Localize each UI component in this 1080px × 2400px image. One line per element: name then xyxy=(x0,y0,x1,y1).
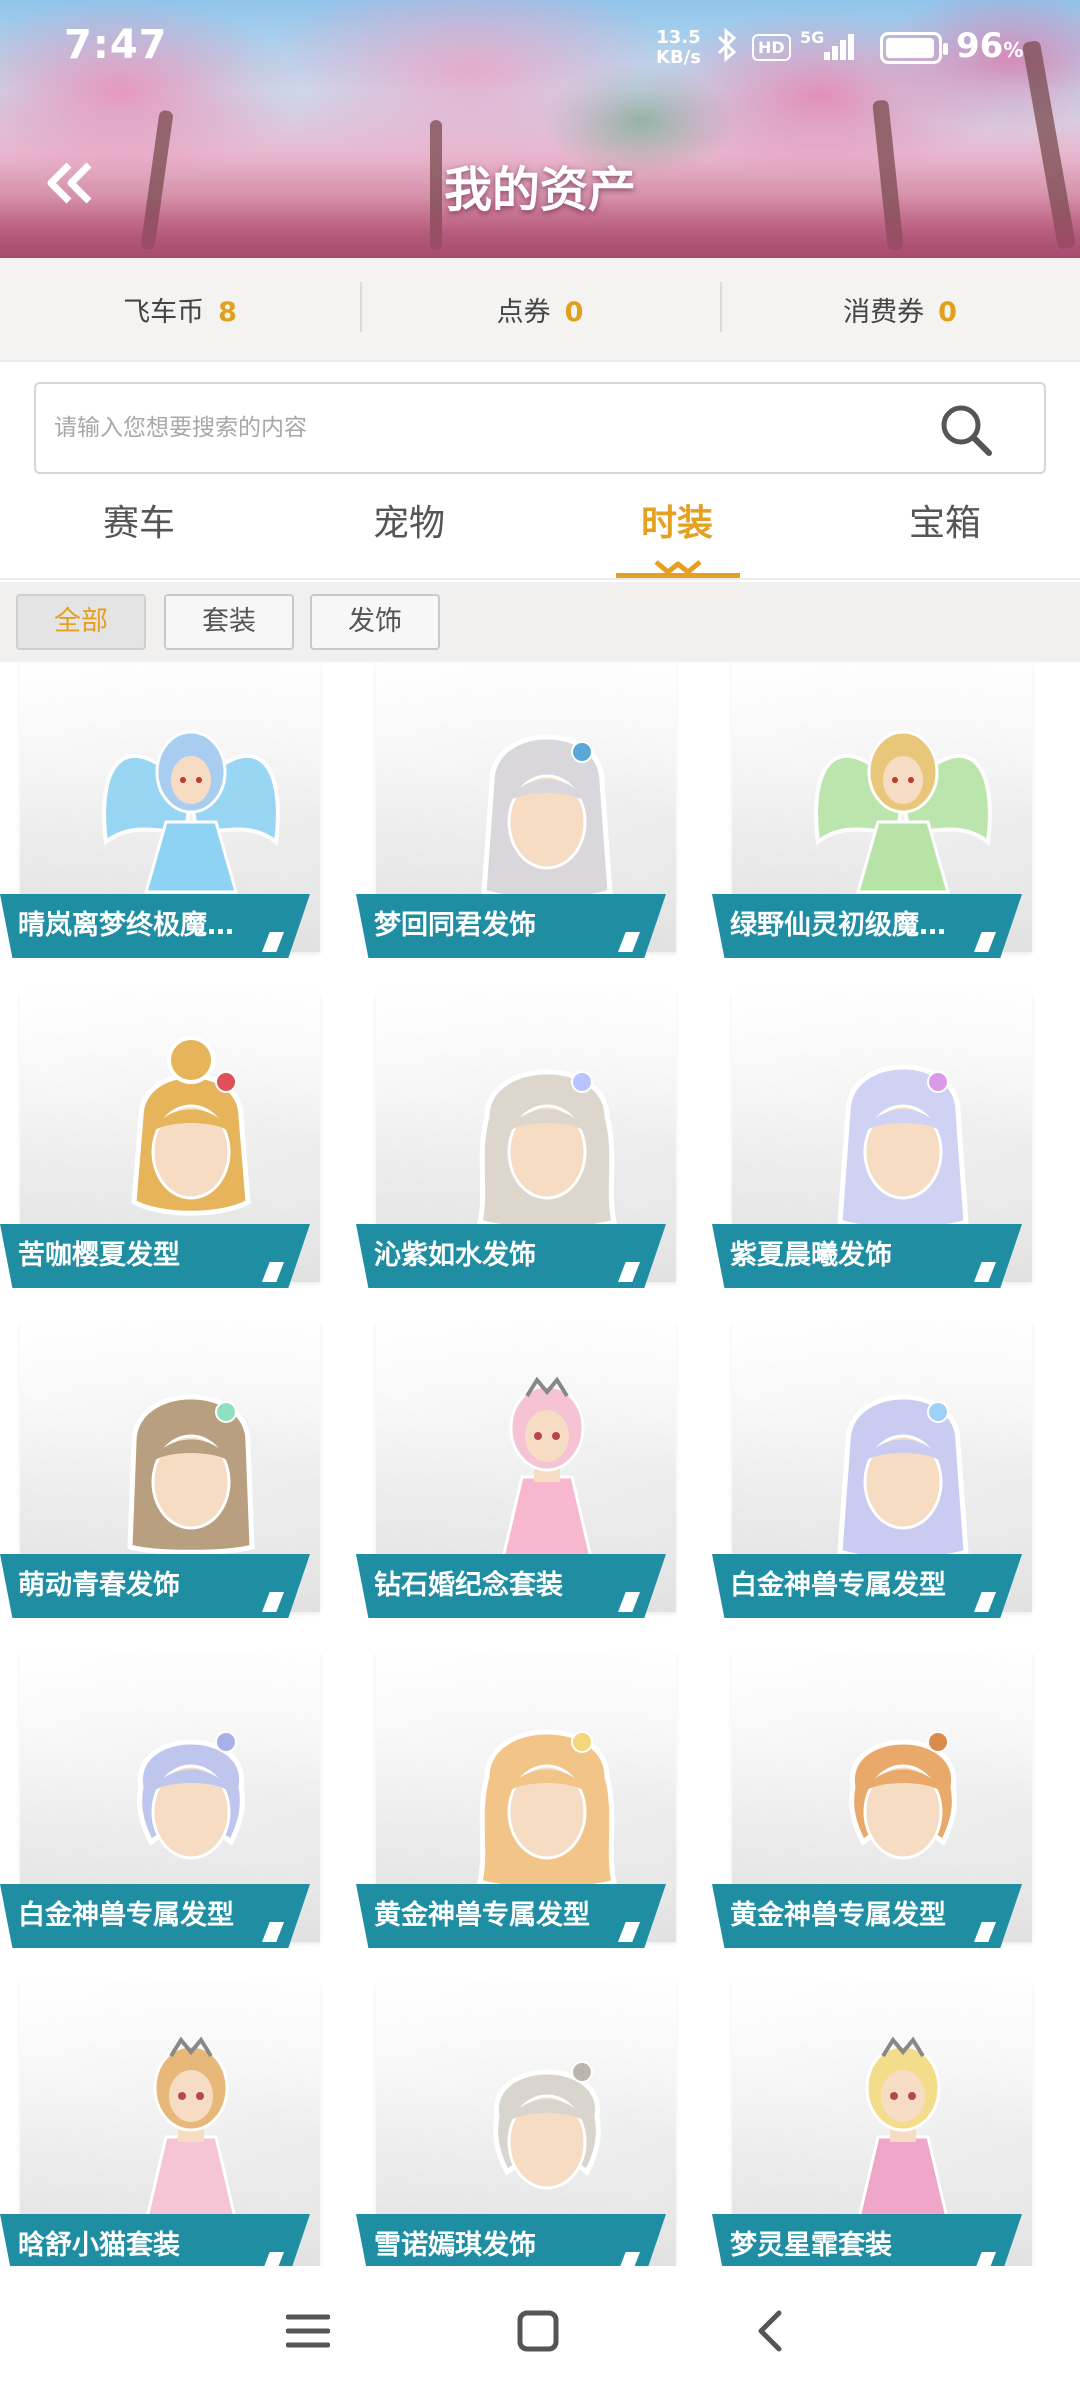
fashion-item-card[interactable]: 梦灵星霏套装 xyxy=(712,1982,1050,2266)
currency-value: 0 xyxy=(564,296,584,328)
category-tabs: 赛车 宠物 时装 宝箱 xyxy=(0,488,1080,580)
network-type: 5G xyxy=(800,28,825,47)
tab-chests[interactable]: 宝箱 xyxy=(810,488,1080,580)
currency-voucher: 消费券 0 xyxy=(720,281,1080,332)
back-icon xyxy=(758,2310,782,2352)
fashion-item-card[interactable]: 绿野仙灵初级魔… xyxy=(712,662,1050,962)
fashion-item-card[interactable]: 黄金神兽专属发型 xyxy=(356,1652,694,1952)
net-speed: 13.5 KB/s xyxy=(656,28,701,68)
item-thumbnail-image xyxy=(144,2036,238,2224)
item-thumbnail-image xyxy=(477,1069,617,1232)
item-thumbnail-image xyxy=(849,1731,957,1860)
bluetooth-icon xyxy=(716,27,738,70)
item-thumbnail-image xyxy=(837,1394,969,1562)
item-thumbnail-image xyxy=(477,1729,617,1892)
item-name-label: 雪诺嫣琪发饰 xyxy=(356,2214,666,2266)
currency-label: 消费券 xyxy=(843,296,925,328)
signal-bar xyxy=(840,40,846,60)
currency-value: 8 xyxy=(218,296,237,328)
tab-cars[interactable]: 赛车 xyxy=(4,488,274,580)
filter-suits[interactable]: 套装 xyxy=(164,594,294,650)
hd-badge: HD xyxy=(752,34,791,61)
page-title: 我的资产 xyxy=(443,162,636,218)
back-nav-button[interactable] xyxy=(730,2296,810,2366)
status-time: 7:47 xyxy=(64,22,168,68)
item-thumbnail-image xyxy=(856,2036,950,2224)
currency-label: 飞车币 xyxy=(123,296,205,328)
header-banner: 7:47 13.5 KB/s HD 5G 96% 我的资产 xyxy=(0,0,1080,258)
search-box xyxy=(34,382,1046,474)
item-thumbnail-image xyxy=(837,1064,969,1232)
filter-hair-accessories[interactable]: 发饰 xyxy=(310,594,440,650)
fashion-item-card[interactable]: 萌动青春发饰 xyxy=(0,1322,338,1622)
menu-icon xyxy=(286,2314,330,2348)
currency-points: 点券 0 xyxy=(360,281,720,332)
net-speed-unit: KB/s xyxy=(656,47,701,68)
fashion-item-card[interactable]: 紫夏晨曦发饰 xyxy=(712,992,1050,1292)
system-nav-bar xyxy=(0,2266,1080,2400)
signal-bar xyxy=(848,34,854,60)
tabs-divider xyxy=(0,578,1080,580)
item-name-label: 梦灵星霏套装 xyxy=(712,2214,1022,2266)
item-thumbnail-image xyxy=(131,1036,251,1216)
filter-all[interactable]: 全部 xyxy=(16,594,146,650)
signal-bar xyxy=(832,46,838,60)
battery-percent-symbol: % xyxy=(1003,38,1024,62)
fashion-grid: 晴岚离梦终极魔… 梦回同君发饰 绿野仙灵初级魔… 苦咖樱夏发型 沁紫如水发饰 紫夏晨曦发饰… xyxy=(0,662,1080,2266)
currency-value: 0 xyxy=(938,296,957,328)
item-thumbnail-image xyxy=(500,1376,594,1564)
signal-bar xyxy=(824,52,830,60)
fashion-item-card[interactable]: 雪诺嫣琪发饰 xyxy=(356,1982,694,2266)
fashion-item-card[interactable]: 沁紫如水发饰 xyxy=(356,992,694,1292)
item-thumbnail-image xyxy=(814,730,992,894)
currency-feiche-coin: 飞车币 8 xyxy=(0,290,360,329)
search-input[interactable] xyxy=(54,384,934,472)
status-bar: 7:47 13.5 KB/s HD 5G 96% xyxy=(0,0,1080,90)
home-icon xyxy=(517,2310,559,2352)
home-button[interactable] xyxy=(498,2296,578,2366)
filter-bar: 全部 套装 发饰 xyxy=(0,582,1080,662)
battery-fill xyxy=(886,38,934,58)
fashion-item-card[interactable]: 梦回同君发饰 xyxy=(356,662,694,962)
fashion-item-card[interactable]: 白金神兽专属发型 xyxy=(712,1322,1050,1622)
fashion-item-card[interactable]: 黄金神兽专属发型 xyxy=(712,1652,1050,1952)
search-icon[interactable] xyxy=(938,402,994,458)
item-thumbnail-image xyxy=(127,1394,255,1555)
menu-button[interactable] xyxy=(268,2296,348,2366)
tab-pets[interactable]: 宠物 xyxy=(274,488,544,580)
currency-label: 点券 xyxy=(496,296,551,328)
item-thumbnail-image xyxy=(102,730,280,894)
fashion-item-card[interactable]: 晗舒小猫套装 xyxy=(0,1982,338,2266)
battery-percent-value: 96 xyxy=(956,26,1004,66)
item-name-label: 晗舒小猫套装 xyxy=(0,2214,310,2266)
battery-icon xyxy=(880,32,948,64)
item-thumbnail-image xyxy=(481,734,613,902)
signal-icon: 5G xyxy=(800,28,860,64)
currency-row: 飞车币 8 点券 0 消费券 0 xyxy=(0,258,1080,362)
active-tab-indicator xyxy=(616,560,740,579)
item-thumbnail-image xyxy=(137,1731,245,1860)
net-speed-value: 13.5 xyxy=(656,27,701,48)
fashion-item-card[interactable]: 晴岚离梦终极魔… xyxy=(0,662,338,962)
fashion-item-card[interactable]: 苦咖樱夏发型 xyxy=(0,992,338,1292)
fashion-item-card[interactable]: 钻石婚纪念套装 xyxy=(356,1322,694,1622)
fashion-item-card[interactable]: 白金神兽专属发型 xyxy=(0,1652,338,1952)
item-thumbnail-image xyxy=(493,2061,601,2190)
battery-percent: 96% xyxy=(956,26,1023,66)
